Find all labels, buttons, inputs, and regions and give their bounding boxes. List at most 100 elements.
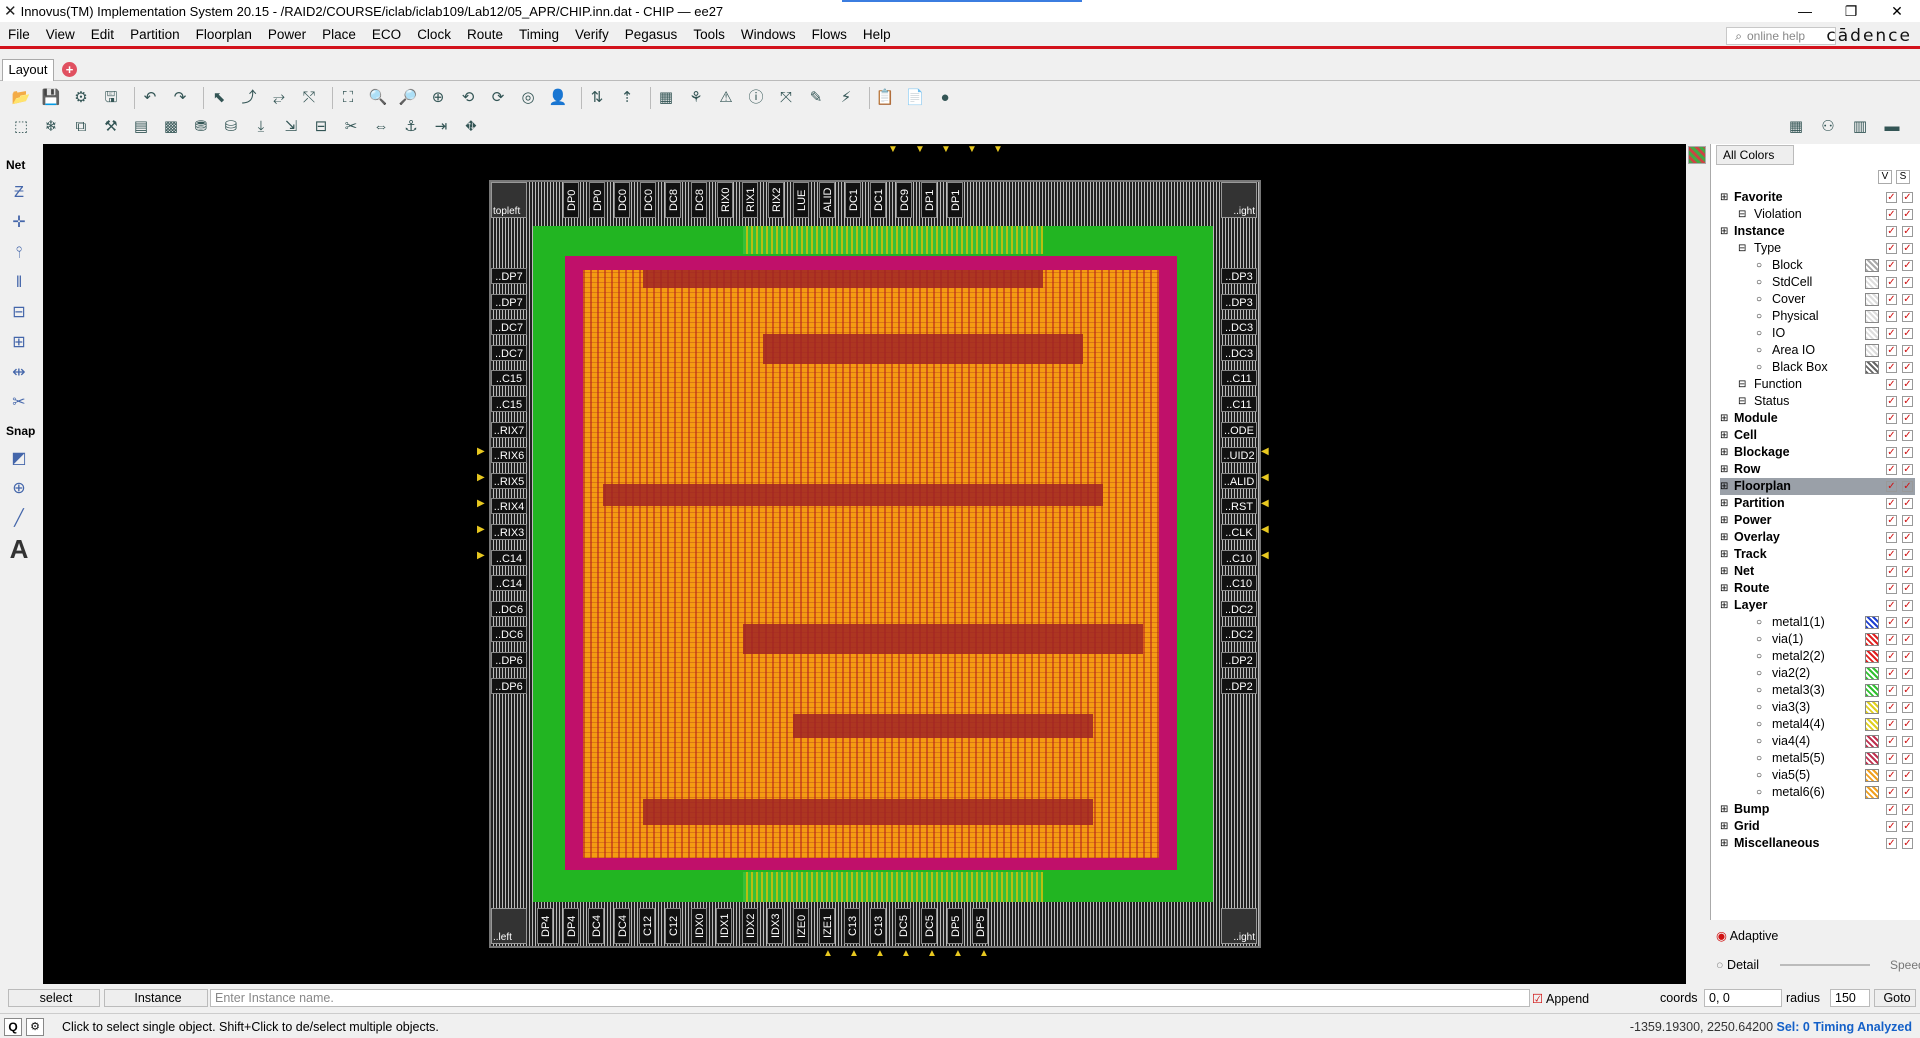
- selectable-checkbox[interactable]: ✓: [1902, 770, 1913, 781]
- layer-color-swatch[interactable]: [1865, 344, 1879, 357]
- pad-left[interactable]: ..RIX7: [491, 421, 527, 438]
- flip-icon[interactable]: ⇅: [586, 87, 608, 109]
- tree-item-area-io[interactable]: ○ Area IO ✓ ✓: [1720, 342, 1915, 359]
- visible-checkbox[interactable]: ✓: [1886, 702, 1897, 713]
- corner-pad-bl[interactable]: ..left: [491, 908, 527, 944]
- layout-canvas[interactable]: topleft ..ight ..left ..ight DP0 DP0 DC0 DC…: [43, 144, 1686, 984]
- snap-tool-icon[interactable]: ◩: [0, 444, 38, 474]
- grid-icon[interactable]: ▦: [655, 87, 677, 109]
- expand-icon[interactable]: ○: [1756, 342, 1762, 359]
- select-icon[interactable]: ⬉: [208, 87, 230, 109]
- tree-item-blockage[interactable]: ⊞ Blockage ✓ ✓: [1720, 444, 1915, 461]
- pad-left[interactable]: ..DP6: [491, 652, 527, 668]
- online-help-search[interactable]: online help: [1726, 27, 1836, 45]
- expand-icon[interactable]: ○: [1756, 631, 1762, 648]
- selectable-checkbox[interactable]: ✓: [1902, 379, 1913, 390]
- visible-checkbox[interactable]: ✓: [1886, 345, 1897, 356]
- visible-checkbox[interactable]: ✓: [1886, 277, 1897, 288]
- visible-checkbox[interactable]: ✓: [1886, 787, 1897, 798]
- speed-slider[interactable]: [1780, 964, 1870, 966]
- visible-checkbox[interactable]: ✓: [1886, 243, 1897, 254]
- tree-item-module[interactable]: ⊞ Module ✓ ✓: [1720, 410, 1915, 427]
- pad-top[interactable]: DC9: [895, 182, 912, 218]
- expand-icon[interactable]: ⊞: [1720, 410, 1728, 427]
- pad-top[interactable]: DC1: [870, 182, 887, 218]
- corner-pad-tr[interactable]: ..ight: [1221, 182, 1257, 218]
- selectable-column-header[interactable]: S: [1896, 170, 1910, 184]
- pad-top[interactable]: DP0: [588, 182, 605, 218]
- pad-left[interactable]: ..RIX3: [491, 524, 527, 540]
- close-button[interactable]: ✕: [1874, 0, 1920, 22]
- visible-checkbox[interactable]: ✓: [1886, 668, 1897, 679]
- move-icon[interactable]: ⤴: [238, 87, 260, 109]
- expand-icon[interactable]: ⊞: [1720, 546, 1728, 563]
- route-icon[interactable]: ⤧: [775, 87, 797, 109]
- selectable-checkbox[interactable]: ✓: [1902, 413, 1913, 424]
- open-icon[interactable]: 📂: [10, 87, 32, 109]
- tree-item-track[interactable]: ⊞ Track ✓ ✓: [1720, 546, 1915, 563]
- pad-bottom[interactable]: C13: [869, 908, 886, 944]
- mode-select[interactable]: select: [8, 989, 100, 1007]
- tree-item-via4-4-[interactable]: ○ via4(4) ✓ ✓: [1720, 733, 1915, 750]
- visible-checkbox[interactable]: ✓: [1886, 515, 1897, 526]
- visible-checkbox[interactable]: ✓: [1886, 311, 1897, 322]
- pad-top[interactable]: DC8: [691, 182, 707, 218]
- zoom-select-icon[interactable]: ⊕: [427, 87, 449, 109]
- fit-icon[interactable]: ⛶: [337, 87, 359, 109]
- menu-verify[interactable]: Verify: [567, 27, 617, 42]
- menu-pegasus[interactable]: Pegasus: [617, 27, 686, 42]
- pad-right[interactable]: ..CLK: [1221, 524, 1257, 540]
- cross-tool-icon[interactable]: ✛: [0, 208, 38, 238]
- expand-icon[interactable]: ⊞: [1720, 818, 1728, 835]
- pad-left[interactable]: ..RIX6: [491, 447, 527, 464]
- tree-item-bump[interactable]: ⊞ Bump ✓ ✓: [1720, 801, 1915, 818]
- undo-icon[interactable]: ↶: [139, 87, 161, 109]
- align-v-icon[interactable]: ⊞: [0, 328, 38, 358]
- object-type-select[interactable]: Instance: [104, 989, 208, 1007]
- expand-icon[interactable]: ○: [1756, 325, 1762, 342]
- pad-bottom[interactable]: IZE0: [793, 908, 809, 944]
- visible-checkbox[interactable]: ✓: [1886, 481, 1897, 492]
- tree-item-cover[interactable]: ○ Cover ✓ ✓: [1720, 291, 1915, 308]
- snap-label[interactable]: Snap: [0, 418, 42, 444]
- view-mode-0-icon[interactable]: ▦: [1785, 116, 1807, 138]
- export-icon[interactable]: 🖫: [100, 87, 122, 109]
- pad-bottom[interactable]: DP4: [537, 908, 553, 944]
- pad-left[interactable]: ..DP7: [491, 293, 527, 310]
- tree-item-black-box[interactable]: ○ Black Box ✓ ✓: [1720, 359, 1915, 376]
- expand-icon[interactable]: ○: [1756, 716, 1762, 733]
- tab-layout[interactable]: Layout: [2, 59, 54, 81]
- expand-icon[interactable]: ⊟: [1738, 206, 1746, 223]
- pad-right[interactable]: ..ODE: [1221, 421, 1257, 438]
- text-tool-icon[interactable]: A: [0, 534, 38, 564]
- pad-top[interactable]: DP1: [921, 182, 938, 218]
- visible-checkbox[interactable]: ✓: [1886, 685, 1897, 696]
- visible-checkbox[interactable]: ✓: [1886, 566, 1897, 577]
- stretch-icon[interactable]: ⤲: [298, 87, 320, 109]
- selectable-checkbox[interactable]: ✓: [1902, 362, 1913, 373]
- settings-icon[interactable]: ⚙: [70, 87, 92, 109]
- layer-color-swatch[interactable]: [1865, 786, 1879, 799]
- visible-checkbox[interactable]: ✓: [1886, 464, 1897, 475]
- append-checkbox[interactable]: ☑ Append: [1532, 991, 1589, 1006]
- menu-edit[interactable]: Edit: [83, 27, 122, 42]
- report-icon[interactable]: 📄: [904, 87, 926, 109]
- pad-top[interactable]: DC1: [844, 182, 861, 218]
- tree-item-favorite[interactable]: ⊞ Favorite ✓ ✓: [1720, 189, 1915, 206]
- anchor2-icon[interactable]: ⚓: [400, 116, 422, 138]
- selectable-checkbox[interactable]: ✓: [1902, 719, 1913, 730]
- pad-bottom[interactable]: DP4: [562, 908, 579, 944]
- edit-icon[interactable]: ✎: [805, 87, 827, 109]
- pad-left[interactable]: ..RIX4: [491, 498, 527, 515]
- tree-item-grid[interactable]: ⊞ Grid ✓ ✓: [1720, 818, 1915, 835]
- ruler-icon[interactable]: ╱: [0, 504, 38, 534]
- visible-checkbox[interactable]: ✓: [1886, 294, 1897, 305]
- expand-icon[interactable]: ⊞: [1720, 223, 1728, 240]
- layer-color-swatch[interactable]: [1865, 616, 1879, 629]
- selectable-checkbox[interactable]: ✓: [1902, 481, 1913, 492]
- menu-route[interactable]: Route: [459, 27, 511, 42]
- center-icon[interactable]: ◎: [517, 87, 539, 109]
- layer-color-swatch[interactable]: [1865, 259, 1879, 272]
- pad-top[interactable]: RIX2: [767, 182, 784, 218]
- redraw-icon[interactable]: ⟳: [487, 87, 509, 109]
